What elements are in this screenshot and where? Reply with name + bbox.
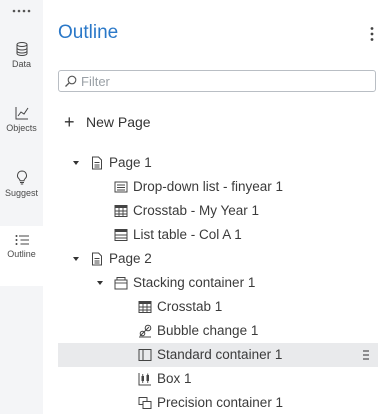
bubble-change-icon — [139, 324, 152, 338]
new-page-label: New Page — [86, 114, 151, 130]
database-icon — [16, 42, 27, 56]
tree-item-label: Crosstab - My Year 1 — [133, 203, 260, 218]
more-vertical-icon[interactable] — [368, 26, 376, 42]
tree-item-precision-container[interactable]: Precision container 1 — [58, 391, 378, 415]
left-rail: Data Objects Suggest Outline — [0, 0, 43, 414]
stacking-container-icon — [114, 277, 128, 290]
tree-item-label: Drop-down list - finyear 1 — [133, 179, 284, 194]
tree-item-label: Box 1 — [157, 371, 192, 386]
search-icon — [65, 75, 77, 87]
tree-item-label: Page 1 — [109, 155, 152, 170]
page-icon — [92, 252, 102, 266]
rail-item-objects[interactable]: Objects — [0, 106, 43, 133]
tree-item-label: Stacking container 1 — [133, 275, 256, 290]
standard-container-icon — [138, 349, 152, 361]
caret-down-icon[interactable] — [72, 159, 80, 167]
rail-item-label: Objects — [6, 123, 37, 133]
tree-item-label: Page 2 — [109, 251, 152, 266]
tree-item-label: Precision container 1 — [157, 395, 284, 410]
rail-item-label: Data — [11, 59, 31, 69]
tree-item-label: Bubble change 1 — [157, 323, 259, 338]
tree-item-page-1[interactable]: Page 1 — [58, 151, 378, 175]
plus-icon: + — [64, 112, 75, 132]
tree-item-bubble-change[interactable]: Bubble change 1 — [58, 319, 378, 343]
more-horizontal-icon[interactable] — [11, 6, 31, 16]
dropdown-list-icon — [114, 181, 128, 193]
page-icon — [92, 156, 102, 170]
tree-item-standard-container[interactable]: Standard container 1 — [58, 343, 378, 367]
tree-item-box[interactable]: Box 1 — [58, 367, 378, 391]
tree-item-label: Standard container 1 — [157, 347, 283, 362]
rail-item-suggest[interactable]: Suggest — [0, 170, 43, 198]
rail-item-label: Outline — [7, 249, 36, 259]
tree-item-dropdown-list[interactable]: Drop-down list - finyear 1 — [58, 175, 378, 199]
tree-item-page-2[interactable]: Page 2 — [58, 247, 378, 271]
precision-container-icon — [138, 397, 152, 409]
crosstab-icon — [138, 301, 152, 313]
tree-item-crosstab-my-year[interactable]: Crosstab - My Year 1 — [58, 199, 378, 223]
crosstab-icon — [114, 205, 128, 217]
panel-title: Outline — [58, 22, 119, 43]
caret-down-icon[interactable] — [96, 279, 104, 287]
rail-item-label: Suggest — [4, 188, 39, 198]
filter-box — [58, 70, 376, 92]
rail-item-outline[interactable]: Outline — [0, 226, 43, 286]
lightbulb-icon — [16, 170, 27, 185]
tree-item-crosstab-1[interactable]: Crosstab 1 — [58, 295, 378, 319]
caret-down-icon[interactable] — [72, 255, 80, 263]
filter-input[interactable] — [81, 73, 371, 89]
list-table-icon — [114, 229, 128, 241]
tree-item-list-table[interactable]: List table - Col A 1 — [58, 223, 378, 247]
rail-item-data[interactable]: Data — [0, 42, 43, 69]
tree-item-stacking-container[interactable]: Stacking container 1 — [58, 271, 378, 295]
box-plot-icon — [138, 373, 151, 386]
line-chart-icon — [15, 107, 28, 120]
tree-item-label: List table - Col A 1 — [133, 227, 242, 242]
outline-list-icon — [15, 235, 29, 245]
drag-handle-icon[interactable] — [362, 349, 370, 361]
tree-item-label: Crosstab 1 — [157, 299, 223, 314]
